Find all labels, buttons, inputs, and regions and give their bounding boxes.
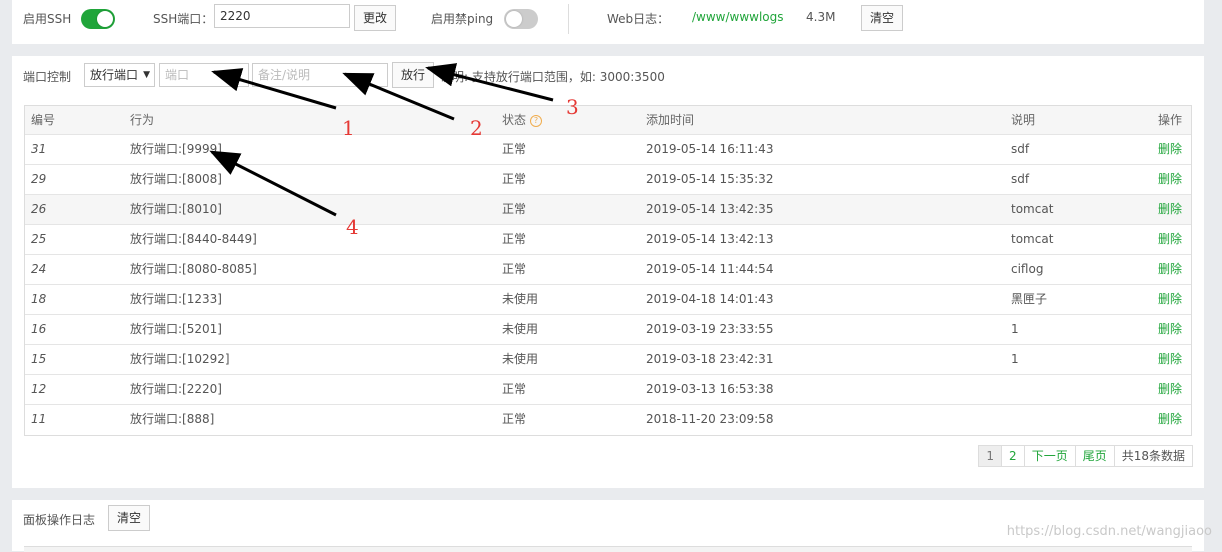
arrow-3 <box>425 63 554 102</box>
annotation-3: 3 <box>566 95 579 119</box>
arrow-4 <box>209 150 337 217</box>
annotation-4: 4 <box>346 215 359 239</box>
annotation-overlay <box>209 63 554 217</box>
annotation-2: 2 <box>470 116 483 140</box>
arrow-2 <box>342 72 455 121</box>
arrow-1 <box>211 68 337 110</box>
watermark: https://blog.csdn.net/wangjiaoo <box>1006 524 1212 539</box>
annotation-1: 1 <box>342 116 355 140</box>
